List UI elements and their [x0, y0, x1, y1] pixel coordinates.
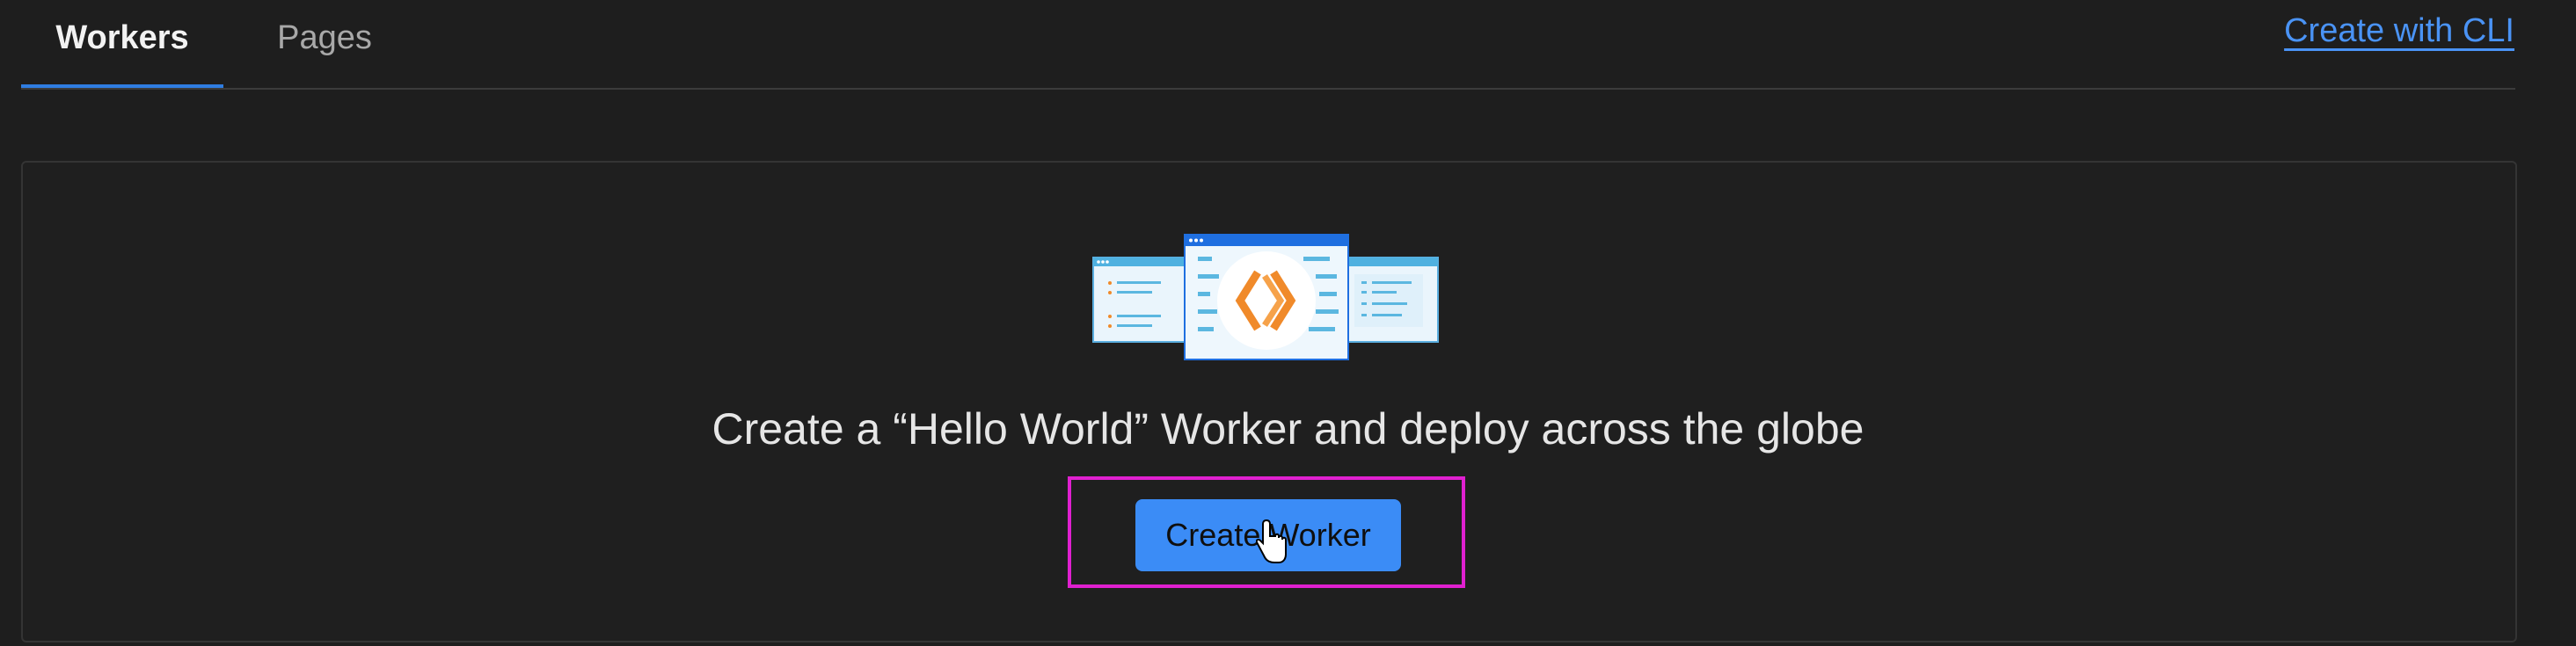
left-window-icon — [1092, 257, 1186, 343]
hand-cursor-icon — [1256, 519, 1287, 563]
center-window-icon — [1184, 234, 1349, 360]
right-window-icon — [1345, 257, 1439, 343]
empty-state-headline: Create a “Hello World” Worker and deploy… — [712, 404, 1864, 454]
workers-illustration — [1092, 234, 1439, 360]
tab-pages[interactable]: Pages — [223, 0, 426, 88]
create-with-cli-link[interactable]: Create with CLI — [2284, 12, 2514, 50]
tab-bar: Workers Pages — [21, 0, 2515, 89]
tab-divider — [21, 88, 2515, 90]
tab-workers[interactable]: Workers — [21, 0, 223, 88]
